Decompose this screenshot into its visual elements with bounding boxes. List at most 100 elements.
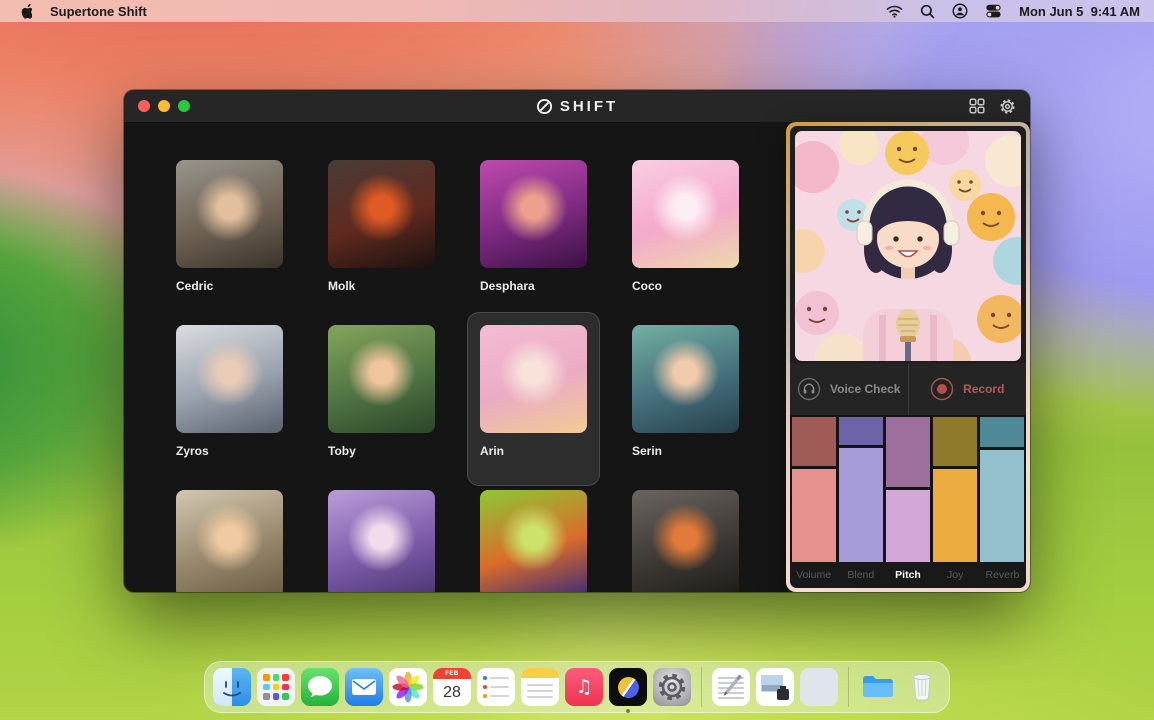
voice-check-button[interactable]: Voice Check <box>790 363 909 415</box>
dock-calendar-icon[interactable]: FEB 28 <box>433 668 471 706</box>
menu-bar-app-name[interactable]: Supertone Shift <box>50 4 147 19</box>
character-image <box>328 490 435 592</box>
dock-folder-icon[interactable] <box>859 668 897 706</box>
character-card-arin[interactable]: Arin <box>467 312 600 486</box>
dock-reminders-icon[interactable] <box>477 668 515 706</box>
control-center-icon[interactable] <box>985 3 1002 19</box>
slider-reverb[interactable] <box>980 417 1024 562</box>
character-card-toby[interactable]: Toby <box>328 325 435 458</box>
calendar-day: 28 <box>443 683 461 701</box>
character-image <box>328 160 435 268</box>
dock-divider <box>848 667 849 707</box>
character-name: Molk <box>328 279 356 293</box>
slider-blend[interactable] <box>839 417 883 562</box>
dock-divider <box>701 667 702 707</box>
user-switch-icon[interactable] <box>952 3 968 19</box>
character-card-unnamed-11[interactable] <box>632 490 739 592</box>
character-grid: Cedric Molk Desphara Coco Zyros Toby Arin Serin <box>124 122 786 592</box>
slider-fill <box>980 450 1024 562</box>
voice-sliders <box>790 417 1026 562</box>
character-image <box>632 325 739 433</box>
character-card-serin[interactable]: Serin <box>632 325 739 458</box>
slider-label-pitch[interactable]: Pitch <box>884 569 931 581</box>
dock-textedit-icon[interactable] <box>712 668 750 706</box>
character-name: Cedric <box>176 279 214 293</box>
apple-menu-icon[interactable] <box>18 3 32 19</box>
shift-logo-icon <box>536 98 552 114</box>
slider-track <box>839 417 883 445</box>
character-card-unnamed-8[interactable] <box>176 490 283 592</box>
dock-system-settings-icon[interactable] <box>653 668 691 706</box>
slider-track <box>933 417 977 467</box>
character-image <box>632 490 739 592</box>
dock-mail-icon[interactable] <box>345 668 383 706</box>
slider-fill <box>792 469 836 562</box>
window-titlebar: SHIFT <box>124 90 1030 123</box>
character-card-coco[interactable]: Coco <box>632 160 739 293</box>
character-image <box>176 160 283 268</box>
slider-volume[interactable] <box>792 417 836 562</box>
character-card-molk[interactable]: Molk <box>328 160 435 293</box>
character-card-unnamed-9[interactable] <box>328 490 435 592</box>
slider-joy[interactable] <box>933 417 977 562</box>
slider-track <box>886 417 930 487</box>
character-name: Arin <box>480 444 504 458</box>
traffic-lights <box>138 90 190 122</box>
dock-photos-icon[interactable] <box>389 668 427 706</box>
dock-image-document-icon[interactable] <box>756 668 794 706</box>
close-button[interactable] <box>138 100 150 112</box>
slider-label-joy[interactable]: Joy <box>932 569 979 581</box>
shift-logo-text: SHIFT <box>559 97 619 115</box>
desktop: Supertone Shift Mon Jun 5 9:41 AM SHIFT … <box>0 0 1154 720</box>
slider-fill <box>839 447 883 562</box>
character-card-zyros[interactable]: Zyros <box>176 325 283 458</box>
panel-buttons: Voice Check Record <box>790 363 1026 417</box>
wifi-icon[interactable] <box>886 4 903 18</box>
slider-label-blend[interactable]: Blend <box>837 569 884 581</box>
character-image <box>328 325 435 433</box>
voice-check-label: Voice Check <box>830 382 901 396</box>
dock-notes-icon[interactable] <box>521 668 559 706</box>
character-image <box>480 160 587 268</box>
character-name: Zyros <box>176 444 209 458</box>
slider-fill <box>886 489 930 562</box>
dock-supertone-shift-icon[interactable] <box>609 668 647 713</box>
voice-panel: Voice Check Record Volume Blend Pitch Joy Re… <box>786 122 1030 592</box>
record-icon <box>930 377 954 401</box>
dock-music-icon[interactable]: ♫ <box>565 668 603 706</box>
character-image <box>176 325 283 433</box>
zoom-button[interactable] <box>178 100 190 112</box>
grid-view-icon[interactable] <box>969 98 985 114</box>
supertone-shift-window: SHIFT Cedric Molk Desphara Coco Zyros Toby Ari… <box>124 90 1030 592</box>
minimize-button[interactable] <box>158 100 170 112</box>
character-image <box>480 490 587 592</box>
slider-label-reverb[interactable]: Reverb <box>979 569 1026 581</box>
headphones-icon <box>797 377 821 401</box>
shift-logo: SHIFT <box>124 90 1030 122</box>
menu-bar-clock[interactable]: Mon Jun 5 9:41 AM <box>1019 4 1140 19</box>
slider-pitch[interactable] <box>886 417 930 562</box>
dock: FEB 28 ♫ <box>204 661 950 713</box>
dock-messages-icon[interactable] <box>301 668 339 706</box>
dock-launchpad-icon[interactable] <box>257 668 295 706</box>
character-card-cedric[interactable]: Cedric <box>176 160 283 293</box>
menu-bar: Supertone Shift Mon Jun 5 9:41 AM <box>0 0 1154 22</box>
character-image <box>632 160 739 268</box>
search-icon[interactable] <box>920 4 935 19</box>
calendar-month: FEB <box>433 668 471 679</box>
character-name: Coco <box>632 279 662 293</box>
dock-blank-document-icon[interactable] <box>800 668 838 706</box>
record-label: Record <box>963 382 1005 396</box>
character-card-desphara[interactable]: Desphara <box>480 160 587 293</box>
dock-trash-icon[interactable] <box>903 668 941 706</box>
character-name: Toby <box>328 444 356 458</box>
slider-label-volume[interactable]: Volume <box>790 569 837 581</box>
dock-finder-icon[interactable] <box>213 668 251 706</box>
record-button[interactable]: Record <box>909 363 1027 415</box>
slider-labels: Volume Blend Pitch Joy Reverb <box>790 562 1026 588</box>
character-image <box>176 490 283 592</box>
slider-track <box>792 417 836 467</box>
character-grid-area: Cedric Molk Desphara Coco Zyros Toby Arin Serin <box>124 122 786 592</box>
character-card-unnamed-10[interactable] <box>480 490 587 592</box>
settings-icon[interactable] <box>999 98 1016 115</box>
